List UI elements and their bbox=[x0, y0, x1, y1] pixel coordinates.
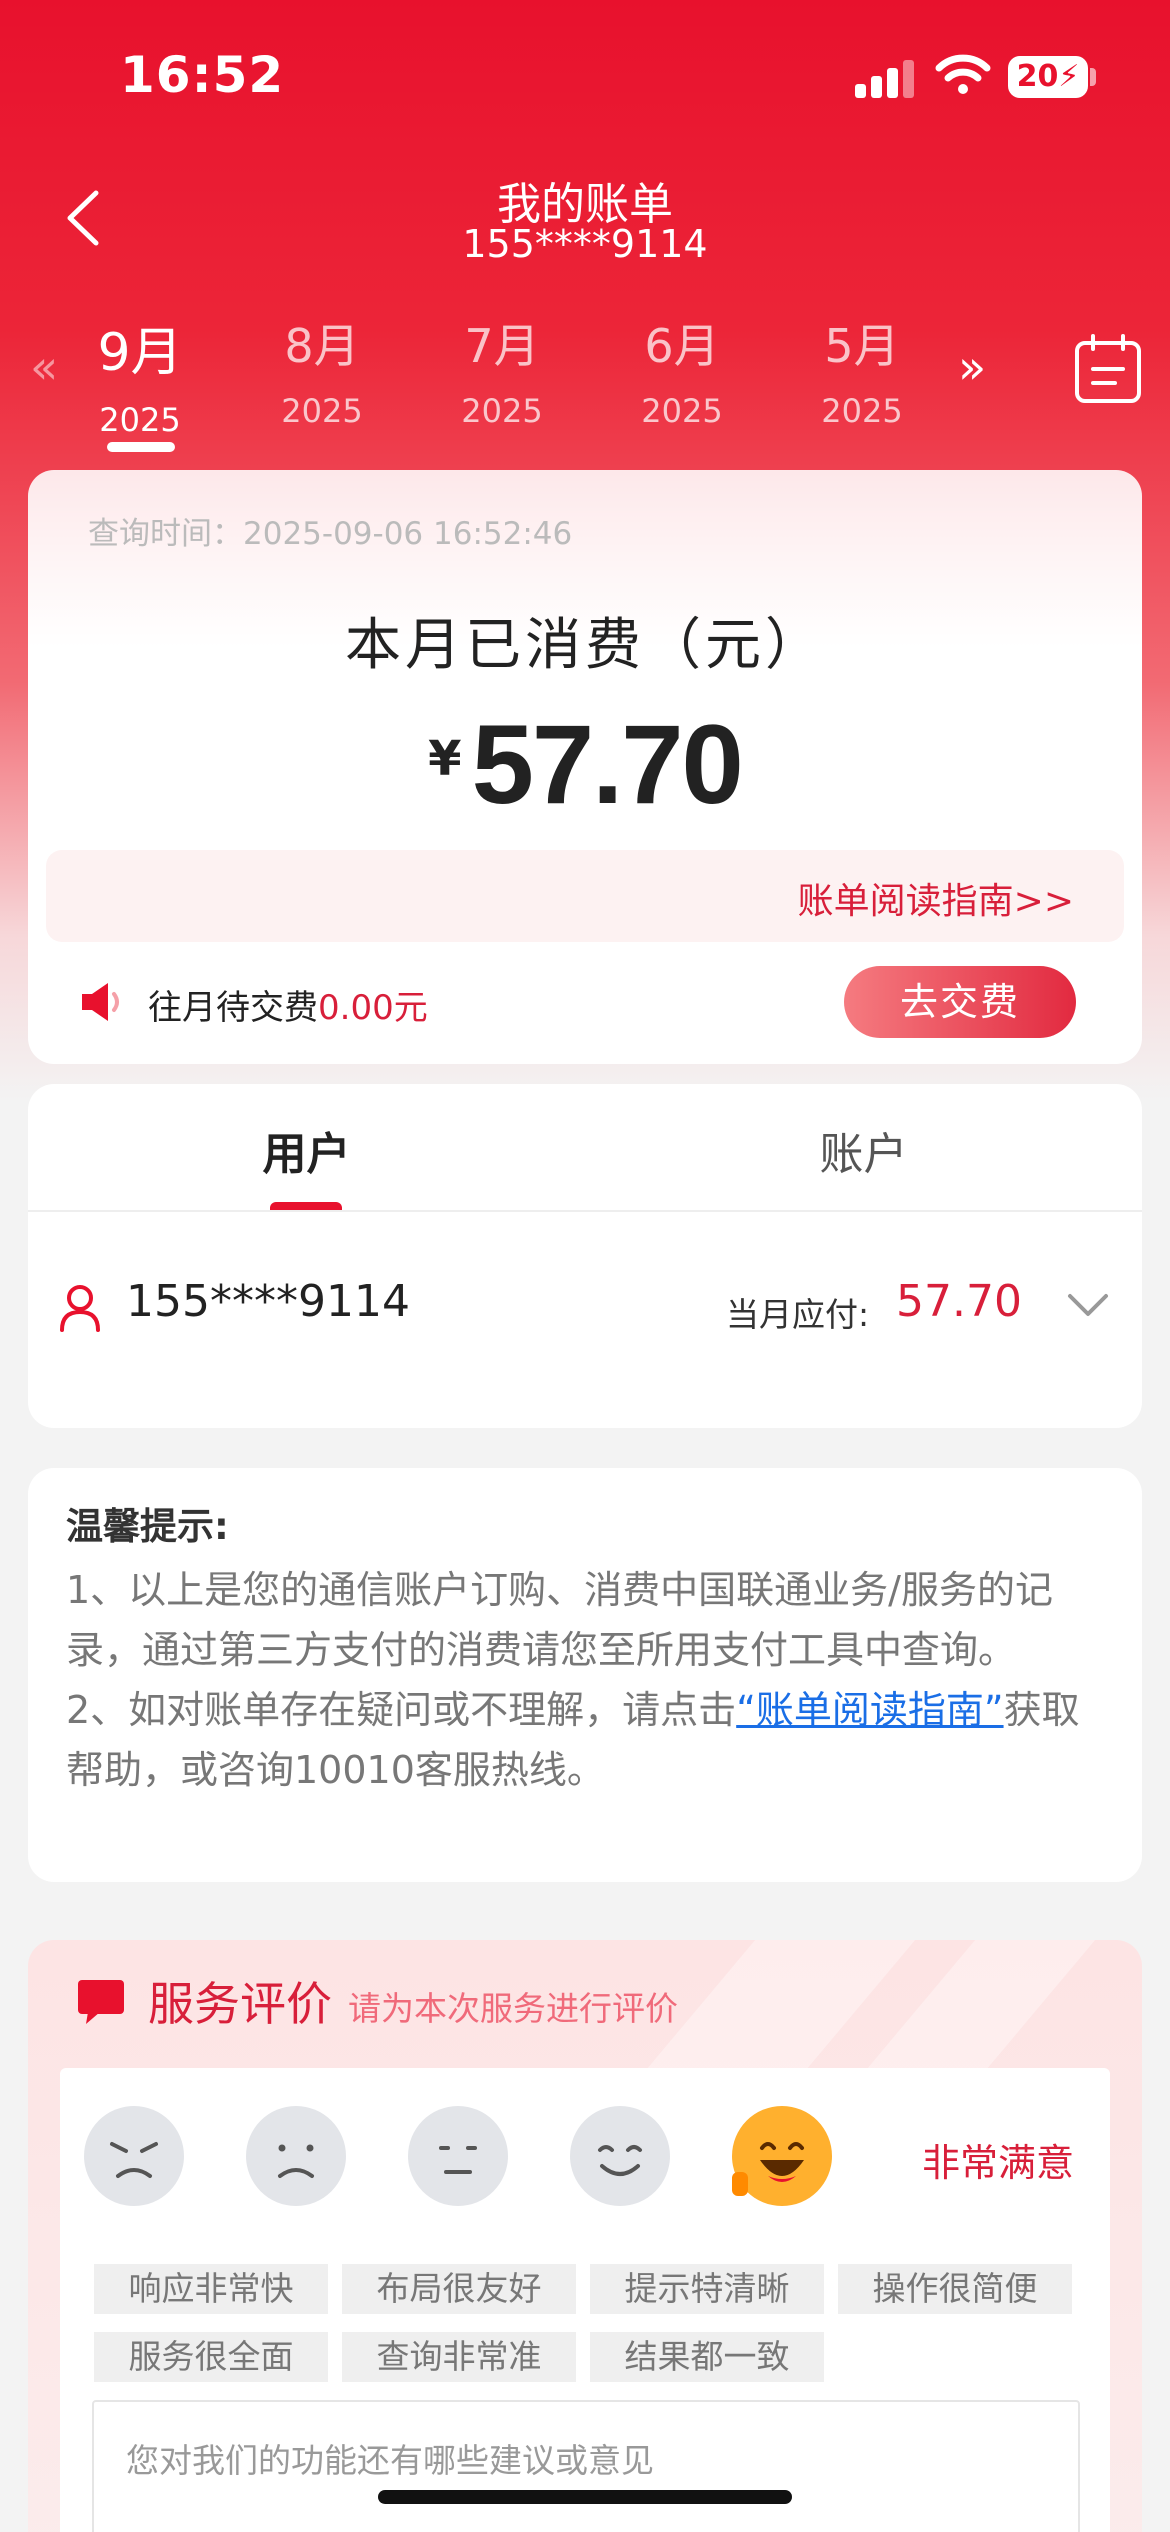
smile-face-icon[interactable] bbox=[570, 2106, 670, 2206]
rating-selected-label: 非常满意 bbox=[922, 2141, 1075, 2185]
tips-line-2: 2、如对账单存在疑问或不理解，请点击“账单阅读指南”获取帮助，或咨询10010客… bbox=[66, 1680, 1116, 1800]
user-phone: 155****9114 bbox=[126, 1276, 410, 1327]
amount-value: 57.70 bbox=[471, 702, 744, 827]
month-tab-2[interactable]: 8月 2025 bbox=[242, 310, 402, 430]
battery-level: 20 bbox=[1016, 59, 1059, 94]
rating-tag[interactable]: 服务很全面 bbox=[94, 2332, 328, 2382]
rating-tag[interactable]: 布局很友好 bbox=[342, 2264, 576, 2314]
month-label: 9月 bbox=[97, 323, 183, 383]
home-indicator[interactable] bbox=[378, 2490, 792, 2504]
status-time: 16:52 bbox=[120, 46, 285, 104]
rating-tag[interactable]: 查询非常准 bbox=[342, 2332, 576, 2382]
tab-user[interactable]: 用户 bbox=[28, 1118, 585, 1182]
consumption-card: 查询时间：2025-09-06 16:52:46 本月已消费（元） ¥57.70… bbox=[28, 470, 1142, 1064]
month-label: 8月 bbox=[284, 319, 360, 373]
month-selector: « 9月 2025 8月 2025 7月 2025 6月 2025 5月 202… bbox=[0, 300, 1170, 452]
pay-button[interactable]: 去交费 bbox=[844, 966, 1076, 1038]
month-year: 2025 bbox=[99, 401, 181, 439]
month-active-indicator bbox=[107, 442, 175, 452]
month-next-icon[interactable]: » bbox=[958, 340, 986, 394]
tips-line-2-before: 2、如对账单存在疑问或不理解，请点击 bbox=[66, 1688, 737, 1732]
month-label: 6月 bbox=[644, 319, 720, 373]
overdue-prefix: 往月待交费 bbox=[148, 988, 318, 1028]
cellular-signal-icon bbox=[855, 58, 915, 98]
rating-tag[interactable]: 响应非常快 bbox=[94, 2264, 328, 2314]
bill-guide-bar: 账单阅读指南>> bbox=[46, 850, 1124, 942]
angry-face-icon[interactable] bbox=[84, 2106, 184, 2206]
battery-nub bbox=[1090, 68, 1096, 86]
chat-bubble-icon bbox=[78, 1980, 124, 2024]
battery-icon: 20⚡ bbox=[1008, 56, 1088, 98]
consumption-amount: ¥57.70 bbox=[28, 700, 1142, 829]
very-happy-face-icon[interactable] bbox=[732, 2106, 832, 2206]
tips-guide-link[interactable]: “账单阅读指南” bbox=[736, 1688, 1003, 1732]
service-rating-card: 服务评价 请为本次服务进行评价 非常满意 响应非常快 布局很友好 提示特清晰 操… bbox=[28, 1940, 1142, 2532]
query-time: 查询时间：2025-09-06 16:52:46 bbox=[88, 516, 573, 552]
status-bar: 16:52 20⚡ bbox=[0, 0, 1170, 150]
month-prev-icon[interactable]: « bbox=[30, 340, 58, 394]
tips-body: 1、以上是您的通信账户订购、消费中国联通业务/服务的记录，通过第三方支付的消费请… bbox=[66, 1560, 1116, 1800]
monthly-due-value: 57.70 bbox=[896, 1276, 1022, 1327]
month-tab-4[interactable]: 6月 2025 bbox=[602, 310, 762, 430]
neutral-face-icon[interactable] bbox=[408, 2106, 508, 2206]
sad-face-icon[interactable] bbox=[246, 2106, 346, 2206]
calendar-icon[interactable] bbox=[1073, 333, 1143, 405]
tips-title: 温馨提示: bbox=[66, 1505, 229, 1548]
currency-symbol: ¥ bbox=[428, 731, 462, 787]
month-label: 7月 bbox=[464, 319, 540, 373]
month-year: 2025 bbox=[461, 392, 543, 430]
suggestion-input[interactable]: 您对我们的功能还有哪些建议或意见 bbox=[92, 2400, 1080, 2532]
month-year: 2025 bbox=[641, 392, 723, 430]
month-tab-5[interactable]: 5月 2025 bbox=[782, 310, 942, 430]
rating-tag[interactable]: 结果都一致 bbox=[590, 2332, 824, 2382]
monthly-due-label: 当月应付: bbox=[726, 1295, 870, 1334]
user-account-card: 用户 账户 155****9114 当月应付: 57.70 bbox=[28, 1084, 1142, 1428]
rating-panel: 非常满意 响应非常快 布局很友好 提示特清晰 操作很简便 服务很全面 查询非常准… bbox=[60, 2068, 1110, 2532]
page-subtitle-phone: 155****9114 bbox=[462, 222, 708, 266]
speaker-icon bbox=[82, 983, 119, 1021]
rating-subtitle: 请为本次服务进行评价 bbox=[348, 1989, 678, 2028]
rating-tag[interactable]: 操作很简便 bbox=[838, 2264, 1072, 2314]
rating-title: 服务评价 bbox=[148, 1977, 332, 2031]
month-year: 2025 bbox=[281, 392, 363, 430]
month-tab-3[interactable]: 7月 2025 bbox=[422, 310, 582, 430]
tips-line-1: 1、以上是您的通信账户订购、消费中国联通业务/服务的记录，通过第三方支付的消费请… bbox=[66, 1568, 1053, 1672]
consumption-label: 本月已消费（元） bbox=[345, 613, 825, 678]
tab-account[interactable]: 账户 bbox=[585, 1118, 1142, 1182]
chevron-down-icon[interactable] bbox=[1066, 1290, 1110, 1320]
overdue-amount: 往月待交费0.00元 bbox=[148, 980, 428, 1029]
tab-divider bbox=[28, 1210, 1142, 1212]
month-label: 5月 bbox=[824, 319, 900, 373]
month-year: 2025 bbox=[821, 392, 903, 430]
bill-guide-link[interactable]: 账单阅读指南>> bbox=[798, 872, 1074, 924]
rating-tag[interactable]: 提示特清晰 bbox=[590, 2264, 824, 2314]
month-tab-1[interactable]: 9月 2025 bbox=[60, 310, 220, 439]
user-icon bbox=[60, 1285, 100, 1332]
wifi-icon bbox=[935, 54, 991, 94]
tips-card: 温馨提示: 1、以上是您的通信账户订购、消费中国联通业务/服务的记录，通过第三方… bbox=[28, 1468, 1142, 1882]
overdue-value: 0.00元 bbox=[318, 988, 428, 1028]
